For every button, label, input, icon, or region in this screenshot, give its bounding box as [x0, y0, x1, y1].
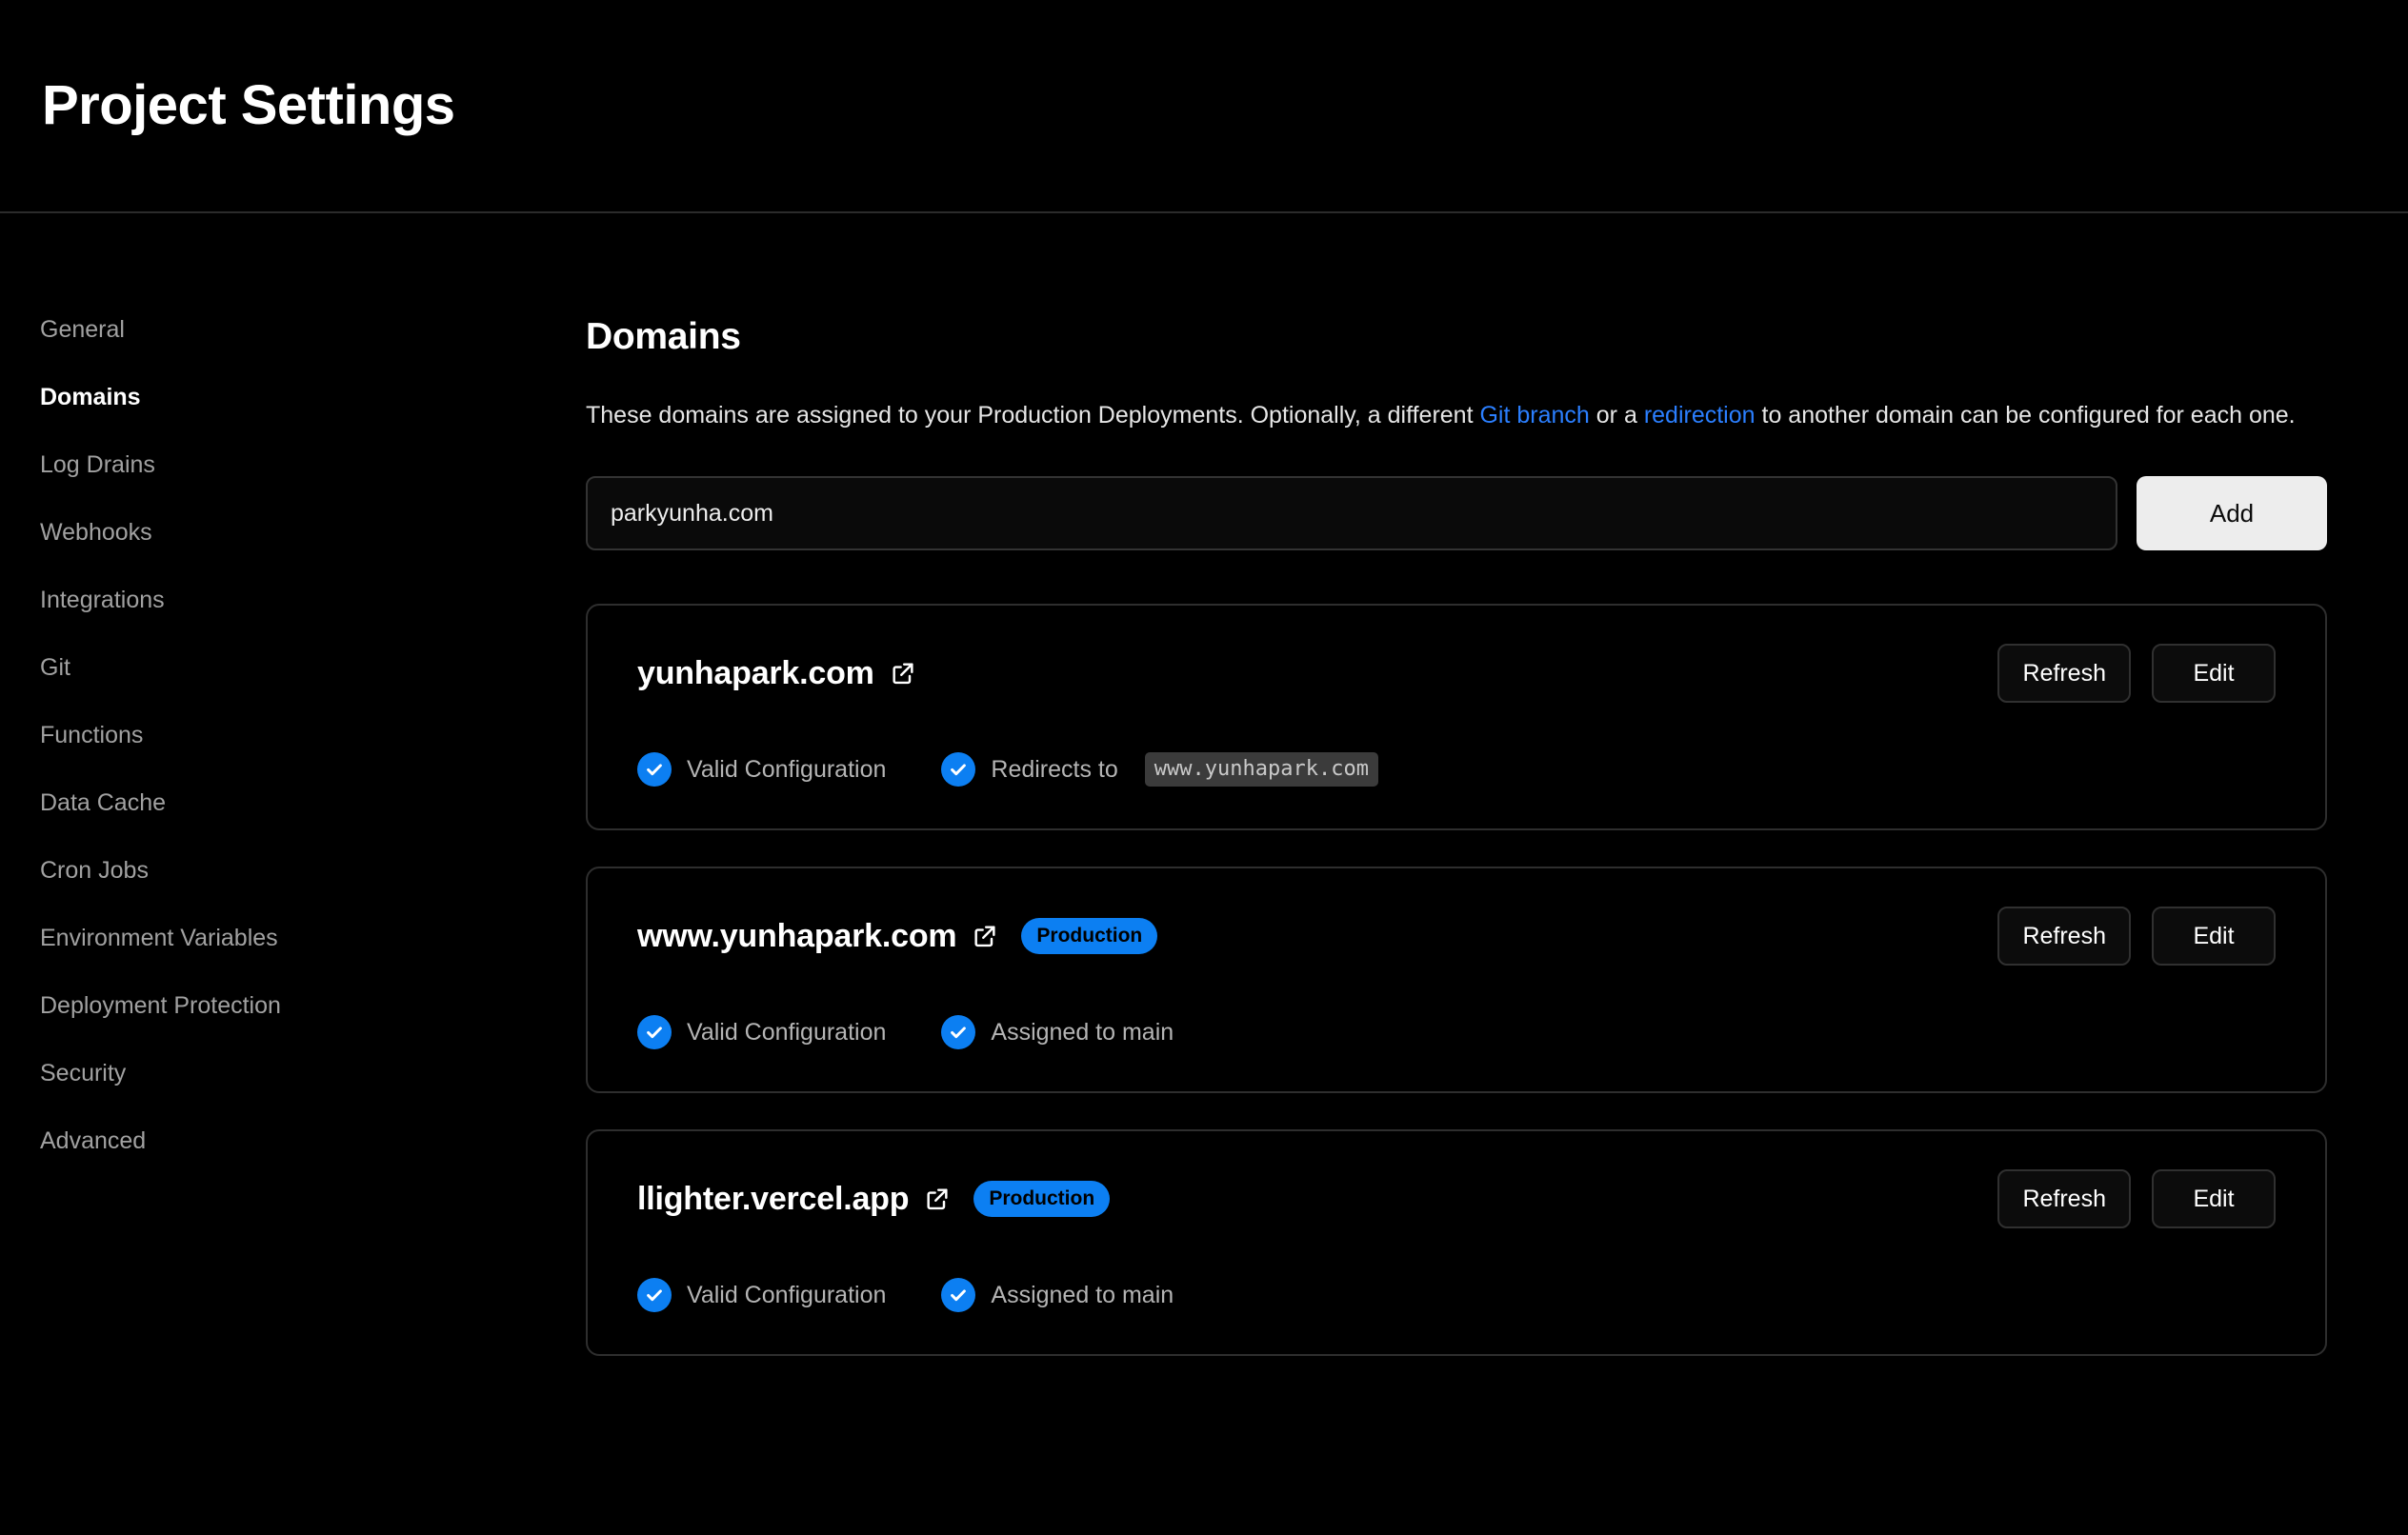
sidebar-item-advanced[interactable]: Advanced: [40, 1129, 586, 1153]
sidebar-item-log-drains[interactable]: Log Drains: [40, 453, 586, 477]
status-label: Valid Configuration: [687, 755, 887, 783]
external-link-icon[interactable]: [924, 1186, 951, 1212]
domain-name-group: llighter.vercel.app Production: [637, 1181, 1111, 1218]
sidebar-item-data-cache[interactable]: Data Cache: [40, 791, 586, 815]
status-item: Assigned to main: [941, 1278, 1174, 1313]
sidebar-item-integrations[interactable]: Integrations: [40, 588, 586, 612]
external-link-icon[interactable]: [890, 660, 916, 687]
edit-button[interactable]: Edit: [2152, 907, 2276, 967]
settings-sidebar: General Domains Log Drains Webhooks Integrat…: [0, 318, 586, 1153]
git-branch-link[interactable]: Git branch: [1479, 402, 1589, 429]
check-circle-icon: [637, 1278, 672, 1313]
description-text-2: or a: [1589, 402, 1644, 429]
domain-card-actions: Refresh Edit: [1997, 1169, 2276, 1229]
page-body: General Domains Log Drains Webhooks Integrat…: [0, 213, 2408, 1392]
status-item: Redirects to www.yunhapark.com: [941, 752, 1378, 787]
domain-name[interactable]: llighter.vercel.app: [637, 1183, 910, 1215]
domain-input[interactable]: [586, 476, 2117, 551]
external-link-icon[interactable]: [972, 923, 998, 949]
description-text-1: These domains are assigned to your Produ…: [586, 402, 1480, 429]
section-title: Domains: [586, 316, 741, 357]
redirection-link[interactable]: redirection: [1644, 402, 1756, 429]
domain-name[interactable]: yunhapark.com: [637, 657, 874, 689]
status-item: Assigned to main: [941, 1015, 1174, 1050]
page-header: Project Settings: [0, 0, 2408, 213]
sidebar-item-git[interactable]: Git: [40, 656, 586, 680]
environment-badge: Production: [1021, 918, 1158, 955]
sidebar-item-environment-variables[interactable]: Environment Variables: [40, 927, 586, 950]
description-text-3: to another domain can be configured for …: [1755, 402, 2296, 429]
domain-card-actions: Refresh Edit: [1997, 644, 2276, 704]
domain-status-row: Valid Configuration Assigned to main: [637, 1015, 2276, 1050]
page-title: Project Settings: [42, 74, 455, 136]
check-circle-icon: [637, 1015, 672, 1050]
section-description: These domains are assigned to your Produ…: [586, 398, 2327, 432]
status-label: Assigned to main: [991, 1018, 1174, 1046]
domain-card-header: llighter.vercel.app Production Refresh Edit: [637, 1169, 2276, 1229]
domain-status-row: Valid Configuration Redirects to www.yunha…: [637, 752, 2276, 787]
edit-button[interactable]: Edit: [2152, 1169, 2276, 1229]
add-domain-form: Add: [586, 476, 2327, 551]
sidebar-item-functions[interactable]: Functions: [40, 724, 586, 748]
status-item: Valid Configuration: [637, 1278, 887, 1313]
domain-card-header: yunhapark.com Refresh Edit: [637, 644, 2276, 704]
domain-status-row: Valid Configuration Assigned to main: [637, 1278, 2276, 1313]
refresh-button[interactable]: Refresh: [1997, 907, 2131, 967]
status-item: Valid Configuration: [637, 752, 886, 787]
sidebar-item-webhooks[interactable]: Webhooks: [40, 521, 586, 545]
refresh-button[interactable]: Refresh: [1997, 1169, 2131, 1229]
domain-name[interactable]: www.yunhapark.com: [637, 920, 957, 952]
sidebar-item-cron-jobs[interactable]: Cron Jobs: [40, 859, 586, 883]
edit-button[interactable]: Edit: [2152, 644, 2276, 704]
domain-list: yunhapark.com Refresh Edit Valid Configurat…: [586, 604, 2327, 1357]
domain-name-group: www.yunhapark.com Production: [637, 918, 1158, 955]
domain-card: yunhapark.com Refresh Edit Valid Configurat…: [586, 604, 2327, 831]
domain-card: llighter.vercel.app Production Refresh Edit…: [586, 1129, 2327, 1357]
status-label: Redirects to: [991, 755, 1118, 783]
domain-name-group: yunhapark.com: [637, 657, 916, 689]
sidebar-item-security[interactable]: Security: [40, 1062, 586, 1086]
sidebar-item-domains[interactable]: Domains: [40, 386, 586, 409]
refresh-button[interactable]: Refresh: [1997, 644, 2131, 704]
domain-card-actions: Refresh Edit: [1997, 907, 2276, 967]
check-circle-icon: [941, 1278, 976, 1313]
status-item: Valid Configuration: [637, 1015, 887, 1050]
sidebar-item-deployment-protection[interactable]: Deployment Protection: [40, 994, 586, 1018]
add-domain-button[interactable]: Add: [2137, 476, 2327, 551]
domain-card-header: www.yunhapark.com Production Refresh Edit: [637, 907, 2276, 967]
check-circle-icon: [941, 752, 976, 787]
check-circle-icon: [637, 752, 672, 787]
status-label: Assigned to main: [991, 1281, 1174, 1308]
project-settings-page: Project Settings General Domains Log Drain…: [0, 0, 2408, 1392]
status-label: Valid Configuration: [687, 1281, 887, 1308]
domain-card: www.yunhapark.com Production Refresh Edit Va…: [586, 867, 2327, 1094]
environment-badge: Production: [973, 1181, 1111, 1218]
main-content: Domains These domains are assigned to yo…: [586, 318, 2408, 1392]
redirect-target-chip: www.yunhapark.com: [1144, 752, 1378, 787]
check-circle-icon: [941, 1015, 976, 1050]
sidebar-item-general[interactable]: General: [40, 318, 586, 342]
status-label: Valid Configuration: [687, 1018, 887, 1046]
